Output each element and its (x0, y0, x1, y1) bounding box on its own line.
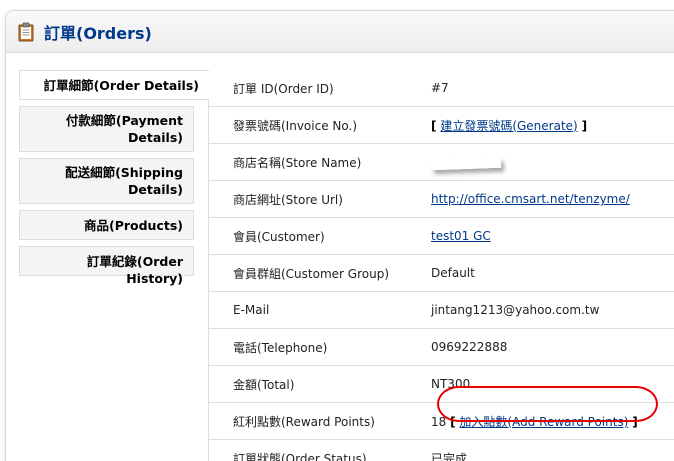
invoice-label: 發票號碼(Invoice No.) (233, 118, 358, 133)
table-row: 電話(Telephone) 0969222888 (209, 329, 674, 366)
customer-group-label: 會員群組(Customer Group) (233, 266, 390, 281)
tab-order-details[interactable]: 訂單細節(Order Details) (19, 70, 209, 100)
table-row: 紅利點數(Reward Points) 18 [ 加入點數(Add Reward… (209, 403, 674, 440)
add-reward-points-link[interactable]: 加入點數(Add Reward Points) (459, 415, 628, 429)
customer-group-value: Default (431, 266, 475, 280)
screenshot: 訂單(Orders) 訂單細節(Order Details) 付款細節(Paym… (0, 0, 674, 461)
tab-shipping-details[interactable]: 配送細節(Shipping Details) (19, 158, 194, 204)
bracket-close: ] (632, 414, 638, 429)
bracket-open: [ (431, 118, 437, 133)
customer-link[interactable]: test01 GC (431, 229, 491, 243)
table-row: 會員群組(Customer Group) Default (209, 255, 674, 292)
vertical-tabs: 訂單細節(Order Details) 付款細節(Payment Details… (19, 70, 209, 286)
redaction-smudge (430, 157, 502, 170)
content: 訂單細節(Order Details) 付款細節(Payment Details… (6, 54, 674, 461)
table-row: E-Mail jintang1213@yahoo.com.tw (209, 292, 674, 329)
table-row: 訂單 ID(Order ID) #7 (209, 70, 674, 107)
store-name-value (430, 153, 674, 172)
bracket-close: ] (581, 118, 588, 133)
tab-payment-details[interactable]: 付款細節(Payment Details) (19, 106, 194, 152)
email-label: E-Mail (233, 303, 270, 317)
telephone-value: 0969222888 (431, 340, 508, 354)
table-row: 商店名稱(Store Name) (209, 144, 674, 181)
generate-invoice-link[interactable]: 建立發票號碼(Generate) (440, 119, 577, 133)
total-label: 金額(Total) (233, 377, 295, 392)
order-status-label: 訂單狀態(Order Status) (233, 451, 367, 461)
email-value: jintang1213@yahoo.com.tw (431, 303, 600, 317)
orders-box: 訂單(Orders) 訂單細節(Order Details) 付款細節(Paym… (5, 10, 674, 461)
reward-points-count: 18 (431, 414, 447, 429)
table-row: 金額(Total) NT300 (209, 366, 674, 403)
table-row: 發票號碼(Invoice No.) [ 建立發票號碼(Generate) ] (209, 107, 674, 144)
store-name-label: 商店名稱(Store Name) (233, 155, 362, 170)
store-url-label: 商店網址(Store Url) (233, 192, 343, 207)
store-url-link[interactable]: http://office.cmsart.net/tenzyme/ (431, 192, 630, 206)
bracket-open: [ (450, 414, 456, 429)
page-title: 訂單(Orders) (44, 23, 152, 43)
order-status-value: 已完成 (431, 451, 468, 461)
order-id-value: #7 (431, 81, 449, 95)
order-details-table: 訂單 ID(Order ID) #7 發票號碼(Invoice No.) [ 建… (208, 70, 674, 461)
table-row: 商店網址(Store Url) http://office.cmsart.net… (209, 181, 674, 218)
customer-value: test01 GC (431, 229, 674, 243)
table-row: 會員(Customer) test01 GC (209, 218, 674, 255)
customer-label: 會員(Customer) (233, 229, 325, 244)
box-heading: 訂單(Orders) (6, 11, 674, 53)
total-value: NT300 (431, 377, 471, 391)
reward-points-value: 18 [ 加入點數(Add Reward Points) ] (431, 413, 674, 430)
table-row: 訂單狀態(Order Status) 已完成 (209, 440, 674, 461)
invoice-value: [ 建立發票號碼(Generate) ] (431, 117, 674, 134)
clipboard-icon (18, 22, 34, 42)
reward-points-label: 紅利點數(Reward Points) (233, 414, 375, 429)
order-id-label: 訂單 ID(Order ID) (233, 81, 334, 96)
store-url-value: http://office.cmsart.net/tenzyme/ (431, 192, 674, 206)
tab-products[interactable]: 商品(Products) (19, 210, 194, 240)
tab-order-history[interactable]: 訂單紀錄(Order History) (19, 246, 194, 286)
telephone-label: 電話(Telephone) (233, 340, 328, 355)
